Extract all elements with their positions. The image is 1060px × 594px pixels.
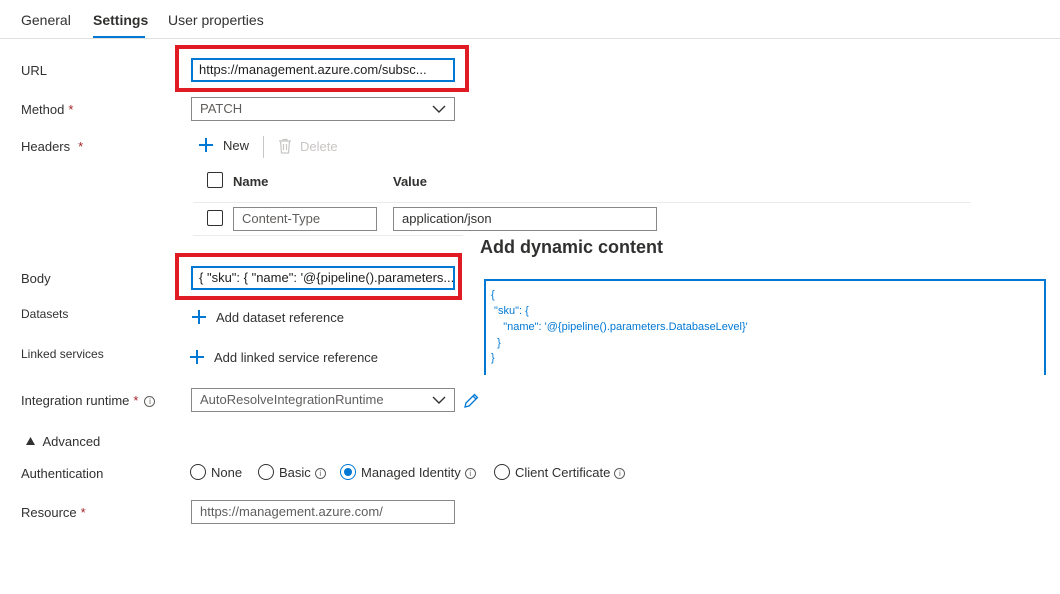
tab-general[interactable]: General xyxy=(21,12,71,28)
dynamic-content-title: Add dynamic content xyxy=(480,237,664,257)
advanced-label: Advanced xyxy=(42,434,101,449)
chevron-down-icon xyxy=(432,105,446,113)
header-row-divider xyxy=(193,235,463,236)
expression-line: "sku": { xyxy=(491,305,529,317)
body-label: Body xyxy=(21,271,51,286)
info-icon: i xyxy=(314,468,326,479)
toolbar-divider xyxy=(263,136,264,158)
trash-icon xyxy=(279,138,291,154)
new-header-button[interactable]: New xyxy=(199,138,249,153)
header-table-divider xyxy=(193,202,971,203)
datasets-label: Datasets xyxy=(21,307,69,321)
chevron-down-icon xyxy=(432,396,446,404)
expression-line: } xyxy=(491,337,501,349)
radio-circle-selected xyxy=(340,464,356,480)
plus-icon xyxy=(192,310,206,324)
header-name-input[interactable]: Content-Type xyxy=(233,207,377,231)
resource-label: Resource * xyxy=(21,505,86,520)
tab-user-properties[interactable]: User properties xyxy=(168,12,264,28)
tab-settings[interactable]: Settings xyxy=(93,12,148,28)
integration-runtime-value: AutoResolveIntegrationRuntime xyxy=(200,392,384,407)
dynamic-content-editor[interactable]: { "sku": { "name": '@{pipeline().paramet… xyxy=(484,279,1046,375)
url-label: URL xyxy=(21,63,48,78)
add-linked-service-reference-button[interactable]: Add linked service reference xyxy=(190,350,378,365)
expression-line: "name": '@{pipeline().parameters.Databas… xyxy=(491,321,748,333)
integration-runtime-label: Integration runtime * i xyxy=(21,393,156,408)
advanced-toggle[interactable]: Advanced xyxy=(26,433,100,451)
expression-line: { xyxy=(491,289,495,301)
header-name-column: Name xyxy=(233,174,269,189)
resource-input[interactable]: https://management.azure.com/ xyxy=(191,500,455,524)
body-input[interactable]: { "sku": { "name": '@{pipeline().paramet… xyxy=(191,266,455,290)
tab-bar: General Settings User properties xyxy=(0,0,1060,39)
method-value: PATCH xyxy=(200,101,243,116)
radio-circle xyxy=(258,464,274,480)
radio-circle xyxy=(190,464,206,480)
plus-icon xyxy=(199,138,213,152)
linked-services-label: Linked services xyxy=(21,347,104,361)
plus-icon xyxy=(190,350,204,364)
header-row-checkbox[interactable] xyxy=(207,210,223,226)
integration-runtime-dropdown[interactable]: AutoResolveIntegrationRuntime xyxy=(191,388,455,412)
select-all-headers-checkbox[interactable] xyxy=(207,172,223,188)
add-dataset-reference-button[interactable]: Add dataset reference xyxy=(192,310,344,325)
info-icon: i xyxy=(614,468,626,479)
header-value-column: Value xyxy=(393,174,427,189)
method-dropdown[interactable]: PATCH xyxy=(191,97,455,121)
header-value-input[interactable]: application/json xyxy=(393,207,657,231)
info-icon: i xyxy=(464,468,476,479)
authentication-label: Authentication xyxy=(21,466,104,481)
method-label: Method * xyxy=(21,102,74,117)
pencil-icon[interactable] xyxy=(462,392,480,410)
info-icon: i xyxy=(144,396,156,407)
expression-line: } xyxy=(491,352,495,364)
url-input[interactable]: https://management.azure.com/subsc... xyxy=(191,58,455,82)
delete-header-button[interactable]: Delete xyxy=(278,138,338,154)
radio-circle xyxy=(494,464,510,480)
active-tab-indicator xyxy=(93,36,145,38)
triangle-icon xyxy=(26,437,35,445)
headers-label: Headers * xyxy=(21,139,84,154)
